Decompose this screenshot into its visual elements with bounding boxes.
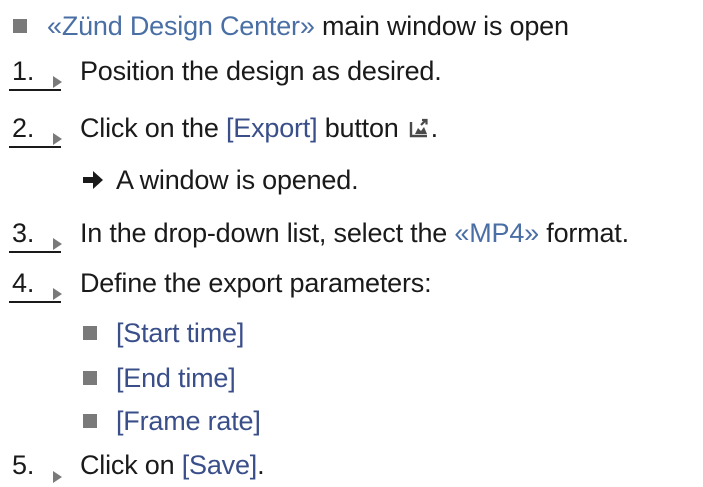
square-bullet-icon: [83, 414, 97, 428]
result-text: A window is opened.: [116, 164, 359, 195]
parameter-start-time: [Start time]: [116, 317, 245, 348]
square-bullet-icon: [83, 326, 97, 340]
parameter-frame-rate: [Frame rate]: [116, 405, 261, 436]
step-number: 2.: [12, 112, 35, 143]
step-number: 5.: [12, 449, 35, 480]
precondition-line: «Zünd Design Center» main window is open: [47, 6, 569, 46]
step-text: Position the design as desired.: [80, 55, 442, 86]
step-arrow-icon: [53, 76, 62, 88]
step-number: 3.: [12, 217, 35, 248]
step-underline: [9, 89, 61, 91]
step-text-after: button: [317, 112, 399, 143]
step-text-before: In the drop-down list, select the: [80, 217, 455, 248]
result-arrow-icon: [83, 171, 103, 189]
save-button-reference: [Save]: [181, 449, 258, 480]
step-text-before: Click on: [80, 449, 182, 480]
step-arrow-icon: [53, 238, 62, 250]
app-name: «Zünd Design Center»: [47, 10, 315, 41]
step-number: 1.: [12, 55, 35, 86]
step-arrow-icon: [53, 471, 62, 483]
instruction-document: «Zünd Design Center» main window is open…: [0, 0, 703, 487]
step-underline: [9, 146, 61, 148]
step-text-before: Click on the: [80, 112, 226, 143]
step-text: Define the export parameters:: [80, 267, 432, 298]
parameter-end-time: [End time]: [116, 362, 236, 393]
export-icon: [409, 118, 428, 138]
format-reference: «MP4»: [454, 217, 539, 248]
precondition-text: main window is open: [314, 10, 569, 41]
step-number: 4.: [12, 267, 35, 298]
square-bullet-icon: [83, 371, 97, 385]
step-arrow-icon: [53, 133, 62, 145]
step-text-after: format.: [538, 217, 629, 248]
step-underline: [9, 301, 61, 303]
step-underline: [9, 251, 61, 253]
step-arrow-icon: [53, 288, 62, 300]
export-button-reference: [Export]: [225, 112, 318, 143]
step-text-end: .: [430, 112, 439, 143]
step-text-after: .: [257, 449, 265, 480]
square-bullet-icon: [13, 19, 27, 33]
